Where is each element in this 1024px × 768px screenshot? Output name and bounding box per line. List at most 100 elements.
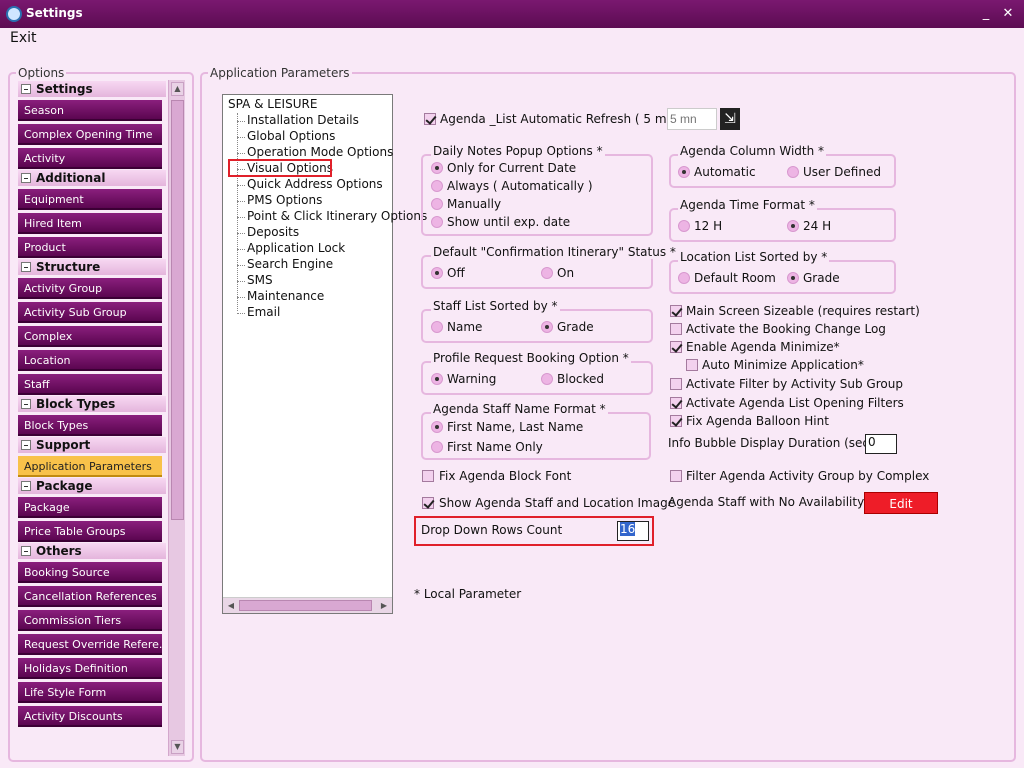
location-sorted-radio[interactable] xyxy=(787,272,799,284)
tree-root[interactable]: SPA & LEISURE xyxy=(228,97,317,111)
options-item[interactable]: Hired Item xyxy=(18,213,162,234)
options-item[interactable]: Complex Opening Time xyxy=(18,124,162,145)
menu-exit[interactable]: Exit xyxy=(10,30,37,46)
tree-node[interactable]: Search Engine xyxy=(247,257,333,271)
staff-name-format-radio[interactable] xyxy=(431,441,443,453)
options-item[interactable]: Location xyxy=(18,350,162,371)
scroll-thumb[interactable] xyxy=(171,100,184,520)
options-item[interactable]: Product xyxy=(18,237,162,258)
section-header[interactable]: Block Types xyxy=(18,396,166,412)
profile-request-radio[interactable] xyxy=(541,373,553,385)
tree-node[interactable]: Maintenance xyxy=(247,289,324,303)
tree-node[interactable]: SMS xyxy=(247,273,273,287)
options-item[interactable]: Complex xyxy=(18,326,162,347)
tree-connector xyxy=(237,153,245,154)
options-item[interactable]: Activity Group xyxy=(18,278,162,299)
tree-node[interactable]: Global Options xyxy=(247,129,335,143)
option-checkbox[interactable] xyxy=(670,397,682,409)
options-item[interactable]: Holidays Definition xyxy=(18,658,162,679)
refresh-interval-input[interactable] xyxy=(667,108,717,130)
tree-connector xyxy=(237,201,245,202)
daily-notes-radio[interactable] xyxy=(431,162,443,174)
tree-scroll-thumb[interactable] xyxy=(239,600,372,611)
tree-node[interactable]: Email xyxy=(247,305,280,319)
options-item[interactable]: Activity Sub Group xyxy=(18,302,162,323)
options-item[interactable]: Request Override Refere... xyxy=(18,634,162,655)
section-header[interactable]: Additional xyxy=(18,170,166,186)
show-staff-image-checkbox[interactable] xyxy=(422,497,434,509)
scroll-right-icon[interactable]: ▶ xyxy=(377,599,391,612)
options-item[interactable]: Commission Tiers xyxy=(18,610,162,631)
close-button[interactable]: ✕ xyxy=(1000,6,1016,22)
bubble-duration-input[interactable]: 0 xyxy=(865,434,897,454)
options-item[interactable]: Package xyxy=(18,497,162,518)
section-header[interactable]: Others xyxy=(18,543,166,559)
options-item[interactable]: Equipment xyxy=(18,189,162,210)
daily-notes-radio[interactable] xyxy=(431,198,443,210)
tree-node[interactable]: Installation Details xyxy=(247,113,359,127)
staff-name-format-option-label: First Name, Last Name xyxy=(447,420,584,434)
option-checkbox[interactable] xyxy=(686,359,698,371)
option-checkbox[interactable] xyxy=(670,378,682,390)
scroll-up-icon[interactable]: ▲ xyxy=(171,82,184,96)
filter-group-checkbox[interactable] xyxy=(670,470,682,482)
tree-node[interactable]: Application Lock xyxy=(247,241,345,255)
tree-horizontal-scrollbar[interactable]: ◀ ▶ xyxy=(223,597,392,613)
column-width-radio[interactable] xyxy=(787,166,799,178)
section-header[interactable]: Structure xyxy=(18,259,166,275)
fix-block-font-checkbox[interactable] xyxy=(422,470,434,482)
staff-sorted-option-label: Name xyxy=(447,320,483,334)
collapse-icon[interactable] xyxy=(21,84,31,94)
collapse-icon[interactable] xyxy=(21,440,31,450)
collapse-icon[interactable] xyxy=(21,262,31,272)
options-scrollbar[interactable]: ▲ ▼ xyxy=(168,80,185,756)
options-item[interactable]: Staff xyxy=(18,374,162,395)
option-checkbox[interactable] xyxy=(670,323,682,335)
tree-node[interactable]: PMS Options xyxy=(247,193,322,207)
options-item[interactable]: Price Table Groups xyxy=(18,521,162,542)
collapse-icon[interactable] xyxy=(21,546,31,556)
options-item[interactable]: Cancellation References xyxy=(18,586,162,607)
staff-name-format-radio[interactable] xyxy=(431,421,443,433)
options-item[interactable]: Application Parameters xyxy=(18,456,162,477)
daily-notes-radio[interactable] xyxy=(431,180,443,192)
options-item[interactable]: Activity Discounts xyxy=(18,706,162,727)
tree-node[interactable]: Quick Address Options xyxy=(247,177,383,191)
confirmation-radio[interactable] xyxy=(541,267,553,279)
staff-sorted-radio[interactable] xyxy=(541,321,553,333)
section-header[interactable]: Package xyxy=(18,478,166,494)
tree-node[interactable]: Operation Mode Options xyxy=(247,145,393,159)
options-item[interactable]: Life Style Form xyxy=(18,682,162,703)
scroll-down-icon[interactable]: ▼ xyxy=(171,740,184,754)
edit-button[interactable]: Edit xyxy=(864,492,938,514)
scroll-left-icon[interactable]: ◀ xyxy=(224,599,238,612)
location-sorted-radio[interactable] xyxy=(678,272,690,284)
staff-name-format-option-label: First Name Only xyxy=(447,440,543,454)
location-sorted-title: Location List Sorted by * xyxy=(678,250,830,264)
option-checkbox[interactable] xyxy=(670,415,682,427)
section-header[interactable]: Settings xyxy=(18,81,166,97)
confirmation-radio[interactable] xyxy=(431,267,443,279)
collapse-icon[interactable] xyxy=(21,399,31,409)
collapse-icon[interactable] xyxy=(21,481,31,491)
section-header[interactable]: Support xyxy=(18,437,166,453)
collapse-icon[interactable] xyxy=(21,173,31,183)
options-item[interactable]: Season xyxy=(18,100,162,121)
column-width-radio[interactable] xyxy=(678,166,690,178)
option-checkbox[interactable] xyxy=(670,341,682,353)
profile-request-radio[interactable] xyxy=(431,373,443,385)
options-item[interactable]: Block Types xyxy=(18,415,162,436)
auto-refresh-checkbox[interactable] xyxy=(424,113,436,125)
refresh-toggle-icon[interactable]: ⇲ xyxy=(720,108,740,130)
time-format-radio[interactable] xyxy=(787,220,799,232)
daily-notes-radio[interactable] xyxy=(431,216,443,228)
tree-node[interactable]: Point & Click Itinerary Options xyxy=(247,209,427,223)
time-format-radio[interactable] xyxy=(678,220,690,232)
options-item[interactable]: Activity xyxy=(18,148,162,169)
tree-node[interactable]: Deposits xyxy=(247,225,299,239)
options-item[interactable]: Booking Source xyxy=(18,562,162,583)
staff-sorted-radio[interactable] xyxy=(431,321,443,333)
option-checkbox[interactable] xyxy=(670,305,682,317)
minimize-button[interactable]: _ xyxy=(978,6,994,22)
drop-down-rows-input[interactable]: 16 xyxy=(617,521,649,541)
